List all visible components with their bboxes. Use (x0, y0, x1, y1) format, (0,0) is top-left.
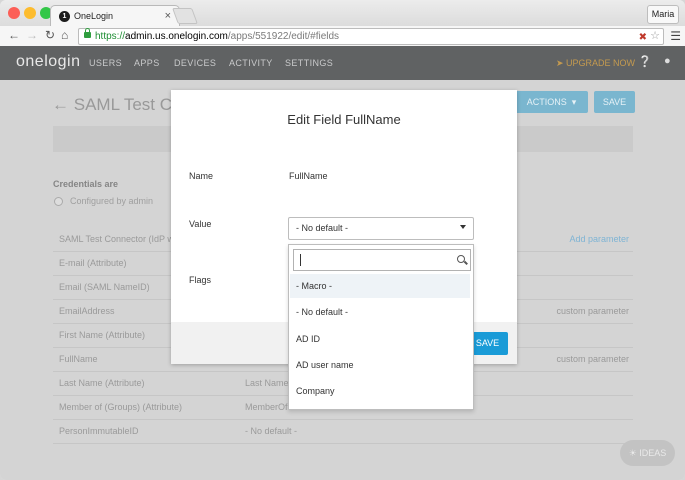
forward-arrow-icon[interactable]: → (26, 28, 38, 42)
dropdown-option-macro[interactable]: - Macro - (290, 274, 470, 298)
title-bar: 1 OneLogin × Maria (0, 0, 685, 27)
upgrade-now-link[interactable]: ➤ UPGRADE NOW (556, 58, 635, 69)
minimize-window-button[interactable] (24, 7, 36, 19)
value-dropdown: - Macro - - No default - AD ID AD user n… (288, 244, 474, 410)
dropdown-option-company[interactable]: Company (290, 379, 470, 403)
value-select-text: - No default - (296, 223, 349, 233)
name-value: FullName (289, 171, 328, 181)
browser-window: 1 OneLogin × Maria ← → ↻ ⌂ https://admin… (0, 0, 685, 480)
nav-apps[interactable]: APPS (134, 58, 160, 68)
credentials-radio[interactable] (54, 197, 63, 206)
home-icon[interactable]: ⌂ (61, 28, 68, 42)
close-window-button[interactable] (8, 7, 20, 19)
user-account-icon[interactable]: ● (664, 55, 671, 67)
bookmark-star-icon[interactable]: ☆ (650, 29, 660, 44)
add-parameter-link[interactable]: Add parameter (569, 228, 629, 251)
app-navbar: onelogin USERS APPS DEVICES ACTIVITY SET… (0, 46, 685, 80)
onelogin-favicon-icon: 1 (59, 11, 70, 22)
browser-tab[interactable]: 1 OneLogin × (50, 5, 180, 27)
modal-title: Edit Field FullName (287, 112, 401, 127)
dropdown-search-input[interactable] (293, 249, 471, 271)
reload-icon[interactable]: ↻ (45, 28, 55, 42)
name-label: Name (189, 171, 214, 181)
profile-button[interactable]: Maria (647, 5, 679, 24)
flags-label: Flags (189, 275, 212, 285)
address-bar[interactable]: https://admin.us.onelogin.com/apps/55192… (78, 28, 664, 45)
page-save-button[interactable]: SAVE (594, 91, 635, 113)
caret-down-icon (460, 225, 466, 229)
url-text: https://admin.us.onelogin.com/apps/55192… (95, 31, 340, 42)
nav-settings[interactable]: SETTINGS (285, 58, 333, 68)
dropdown-option-ad-user-name[interactable]: AD user name (290, 353, 470, 377)
onelogin-logo[interactable]: onelogin (16, 53, 81, 71)
ideas-button[interactable]: ☀ IDEAS (620, 440, 675, 466)
tab-title: OneLogin (74, 11, 114, 21)
dropdown-option-no-default[interactable]: - No default - (290, 300, 470, 324)
dropdown-option-ad-id[interactable]: AD ID (290, 327, 470, 351)
nav-devices[interactable]: DEVICES (174, 58, 216, 68)
table-row[interactable]: PersonImmutableID - No default - (53, 420, 633, 444)
nav-activity[interactable]: ACTIVITY (229, 58, 273, 68)
value-label: Value (189, 219, 212, 229)
hamburger-menu-icon[interactable]: ☰ (670, 29, 681, 43)
credentials-option: Configured by admin (70, 196, 154, 206)
text-cursor (300, 254, 301, 266)
lock-icon (84, 28, 91, 38)
close-tab-icon[interactable]: × (165, 10, 171, 22)
browser-toolbar: ← → ↻ ⌂ https://admin.us.onelogin.com/ap… (0, 26, 685, 47)
value-select[interactable]: - No default - (288, 217, 474, 240)
search-icon (457, 255, 465, 263)
credentials-heading: Credentials are (53, 179, 119, 189)
back-arrow-icon[interactable]: ← (8, 28, 20, 42)
nav-users[interactable]: USERS (89, 58, 122, 68)
extension-icon[interactable]: ✖ (639, 30, 647, 45)
actions-button[interactable]: ACTIONS ▾ (515, 91, 588, 113)
help-icon[interactable]: ❔ (638, 55, 652, 68)
